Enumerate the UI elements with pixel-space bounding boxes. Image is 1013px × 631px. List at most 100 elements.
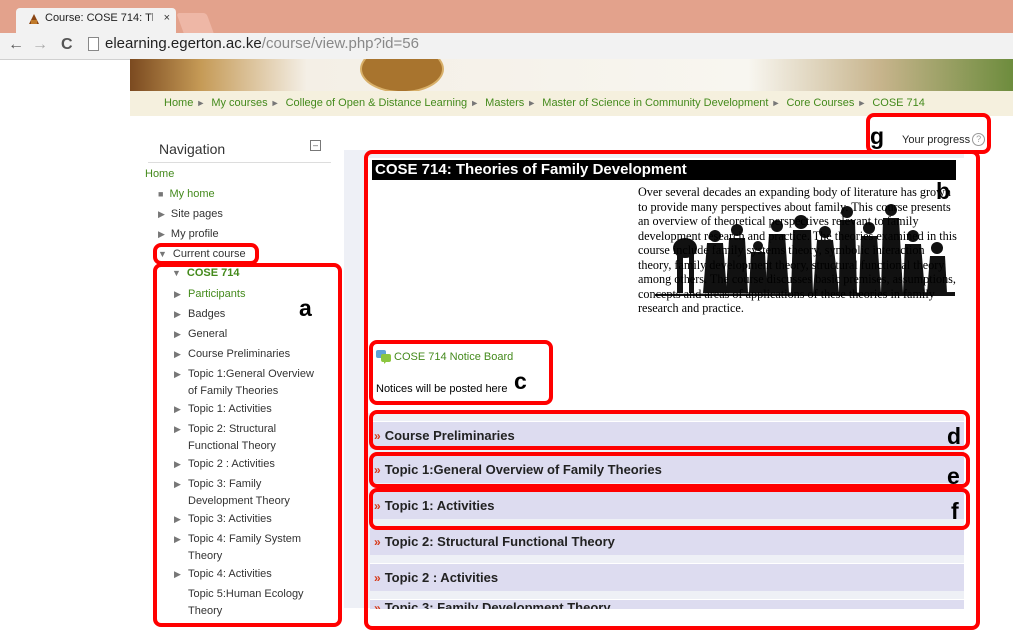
nav-course-item-label: Topic 2: Structural Functional Theory [188,423,277,452]
section-title: Course Preliminaries [384,428,515,443]
expand-arrow-icon: ▶ [158,209,165,219]
breadcrumb-course[interactable]: COSE 714 [872,97,925,109]
chevron-right-icon: » [374,463,381,477]
notice-board-link[interactable]: COSE 714 Notice Board [376,350,513,364]
browser-tab-strip: Course: COSE 714: Theorie × [0,0,1013,33]
tab-title: Course: COSE 714: Theorie [45,12,153,24]
chevron-right-icon: » [374,499,381,513]
nav-course-item-label: Course Preliminaries [188,348,291,360]
help-icon[interactable]: ? [972,133,986,146]
progress-label: Your progress [902,133,971,146]
expand-arrow-icon: ▶ [174,349,181,359]
nav-course-item[interactable]: ▶ Topic 4: Family System Theory [174,531,323,565]
annotation-label-g: g [870,123,885,149]
url-host: elearning.egerton.ac.ke [105,35,262,52]
nav-course-code[interactable]: ▼ COSE 714 [172,267,240,279]
back-icon[interactable]: ← [8,36,24,54]
nav-my-home[interactable]: ■ My home [158,188,215,200]
nav-course-item-label: Participants [188,288,246,300]
expand-arrow-icon: ▶ [174,289,181,299]
nav-course-item[interactable]: ▶ Topic 2 : Activities [174,456,323,473]
university-logo [360,59,444,91]
collapse-icon[interactable]: – [310,140,321,151]
reload-icon[interactable]: C [61,36,73,54]
section-title: Topic 2: Structural Functional Theory [384,534,615,549]
chevron-right-icon: » [374,535,381,549]
breadcrumb-core-courses[interactable]: Core Courses [786,97,854,109]
chevron-right-icon: » [374,429,381,443]
new-tab-button[interactable] [176,13,214,33]
nav-course-item[interactable]: ▶ Topic 3: Family Development Theory [174,476,323,510]
annotation-label-e: e [947,463,960,489]
forward-icon[interactable]: → [32,36,48,54]
navigation-block: Navigation – Home ■ My home ▶ Site pages ▶… [145,132,331,617]
nav-site-pages-label: Site pages [170,208,223,220]
nav-course-item[interactable]: ▶ Course Preliminaries [174,346,323,363]
section-title: Topic 2 : Activities [384,570,499,585]
breadcrumb-separator: ► [527,98,537,108]
section-topic2-structural[interactable]: » Topic 2: Structural Functional Theory [370,527,964,555]
annotation-label-c: c [514,368,527,394]
bullet-icon: ■ [158,189,164,199]
nav-course-item-label: Topic 3: Activities [188,513,272,525]
page-icon [88,36,99,51]
annotation-label-f: f [951,498,959,524]
nav-site-pages[interactable]: ▶ Site pages [158,208,223,220]
nav-course-item-label: Topic 1:General Overview of Family Theor… [188,368,314,397]
breadcrumb-separator: ► [270,98,280,108]
chevron-right-icon: » [374,571,381,585]
course-description-text: Over several decades an expanding body o… [638,185,957,315]
expand-arrow-icon: ▶ [174,369,181,379]
breadcrumb-my-courses[interactable]: My courses [211,97,267,109]
nav-course-item[interactable]: ▶ Topic 1:General Overview of Family Theo… [174,366,323,400]
nav-course-code-label: COSE 714 [186,267,240,279]
url-path: /course/view.php?id=56 [261,35,419,52]
browser-toolbar: ← → C elearning.egerton.ac.ke/course/vie… [0,33,1013,60]
chevron-right-icon: » [374,601,381,609]
moodle-favicon-icon [29,14,39,24]
nav-course-item-label: Topic 4: Activities [188,568,272,580]
expand-arrow-icon: ▶ [174,404,181,414]
site-banner [130,59,1013,91]
nav-course-item[interactable]: ▶ Topic 1: Activities [174,401,323,418]
collapse-arrow-icon: ▼ [158,249,167,259]
section-topic2-activities[interactable]: » Topic 2 : Activities [370,563,964,591]
nav-course-item-label: Topic 2 : Activities [188,458,275,470]
address-bar[interactable]: elearning.egerton.ac.ke/course/view.php?… [88,35,419,52]
section-topic3-development[interactable]: » Topic 3: Family Development Theory [370,599,964,609]
navigation-title: Navigation [159,141,226,157]
expand-arrow-icon: ▶ [174,309,181,319]
breadcrumb-college[interactable]: College of Open & Distance Learning [286,97,468,109]
section-course-preliminaries[interactable]: » Course Preliminaries [370,421,964,449]
nav-home[interactable]: Home [145,168,174,180]
section-title: Topic 1:General Overview of Family Theor… [384,462,662,477]
nav-course-item[interactable]: ▶ Topic 2: Structural Functional Theory [174,421,323,455]
nav-my-profile[interactable]: ▶ My profile [158,228,219,240]
course-description: Over several decades an expanding body o… [374,185,959,316]
browser-tab[interactable]: Course: COSE 714: Theorie × [16,8,176,33]
forum-icon [376,350,391,364]
section-title: Topic 1: Activities [384,498,495,513]
nav-my-home-label: My home [169,188,215,200]
breadcrumb-home[interactable]: Home [164,97,193,109]
expand-arrow-icon: ▶ [174,329,181,339]
nav-current-course[interactable]: ▼ Current course [158,248,246,260]
nav-course-item[interactable]: ▶Topic 5:Human Ecology Theory [188,586,323,618]
section-topic1-activities[interactable]: » Topic 1: Activities [370,491,964,519]
expand-arrow-icon: ▶ [174,569,181,579]
navigation-header: Navigation – [148,132,331,163]
breadcrumb-masters[interactable]: Masters [485,97,524,109]
nav-course-item[interactable]: ▶ General [174,326,323,343]
tab-close-icon[interactable]: × [164,12,170,24]
nav-current-course-label: Current course [172,248,246,260]
nav-course-item[interactable]: ▶ Topic 4: Activities [174,566,323,583]
annotation-label-a: a [299,295,312,321]
breadcrumb-separator: ► [771,98,781,108]
breadcrumb-program[interactable]: Master of Science in Community Developme… [542,97,768,109]
nav-course-item-label: Topic 3: Family Development Theory [188,478,290,507]
nav-course-item-label: Topic 4: Family System Theory [188,533,302,562]
section-title: Topic 3: Family Development Theory [384,600,611,609]
nav-course-item[interactable]: ▶ Topic 3: Activities [174,511,323,528]
breadcrumb-separator: ► [196,98,206,108]
section-topic1-overview[interactable]: » Topic 1:General Overview of Family Theo… [370,455,964,483]
